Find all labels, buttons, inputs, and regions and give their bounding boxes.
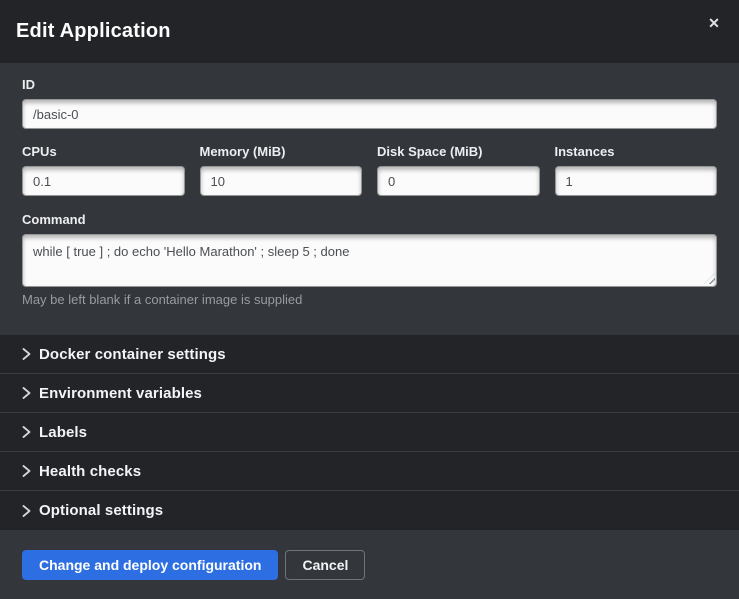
- id-form-group: ID: [22, 78, 717, 129]
- chevron-right-icon: [22, 387, 31, 399]
- section-label: Docker container settings: [39, 346, 226, 363]
- instances-label: Instances: [555, 145, 718, 158]
- modal-footer: Change and deploy configuration Cancel: [0, 530, 739, 599]
- disk-input[interactable]: [377, 166, 540, 196]
- cpus-label: CPUs: [22, 145, 185, 158]
- chevron-right-icon: [22, 505, 31, 517]
- instances-input[interactable]: [555, 166, 718, 196]
- modal-title: Edit Application: [16, 20, 171, 43]
- command-textarea-wrap: while [ true ] ; do echo 'Hello Marathon…: [22, 234, 717, 287]
- section-label: Environment variables: [39, 385, 202, 402]
- disk-label: Disk Space (MiB): [377, 145, 540, 158]
- chevron-right-icon: [22, 465, 31, 477]
- id-label: ID: [22, 78, 717, 91]
- section-environment-variables[interactable]: Environment variables: [0, 374, 739, 413]
- cpus-input[interactable]: [22, 166, 185, 196]
- section-health-checks[interactable]: Health checks: [0, 452, 739, 491]
- resources-row: CPUs Memory (MiB) Disk Space (MiB) Insta…: [22, 145, 717, 196]
- memory-input[interactable]: [200, 166, 363, 196]
- command-label: Command: [22, 213, 717, 226]
- modal-body: ID CPUs Memory (MiB) Disk Space (MiB) In…: [0, 63, 739, 335]
- section-label: Health checks: [39, 463, 141, 480]
- section-label: Labels: [39, 424, 87, 441]
- section-docker-container-settings[interactable]: Docker container settings: [0, 335, 739, 374]
- command-help-text: May be left blank if a container image i…: [22, 293, 717, 306]
- edit-application-modal: Edit Application ✕ ID CPUs Memory (MiB) …: [0, 0, 739, 599]
- disk-form-group: Disk Space (MiB): [377, 145, 540, 196]
- modal-header: Edit Application ✕: [0, 0, 739, 63]
- memory-form-group: Memory (MiB): [200, 145, 363, 196]
- instances-form-group: Instances: [555, 145, 718, 196]
- section-label: Optional settings: [39, 502, 163, 519]
- command-form-group: Command while [ true ] ; do echo 'Hello …: [22, 213, 717, 306]
- section-optional-settings[interactable]: Optional settings: [0, 491, 739, 530]
- id-input[interactable]: [22, 99, 717, 129]
- close-icon[interactable]: ✕: [703, 12, 725, 34]
- collapsible-sections: Docker container settings Environment va…: [0, 335, 739, 530]
- chevron-right-icon: [22, 348, 31, 360]
- cancel-button[interactable]: Cancel: [285, 550, 365, 580]
- cpus-form-group: CPUs: [22, 145, 185, 196]
- memory-label: Memory (MiB): [200, 145, 363, 158]
- chevron-right-icon: [22, 426, 31, 438]
- section-labels[interactable]: Labels: [0, 413, 739, 452]
- command-textarea[interactable]: while [ true ] ; do echo 'Hello Marathon…: [22, 234, 717, 287]
- change-and-deploy-button[interactable]: Change and deploy configuration: [22, 550, 278, 580]
